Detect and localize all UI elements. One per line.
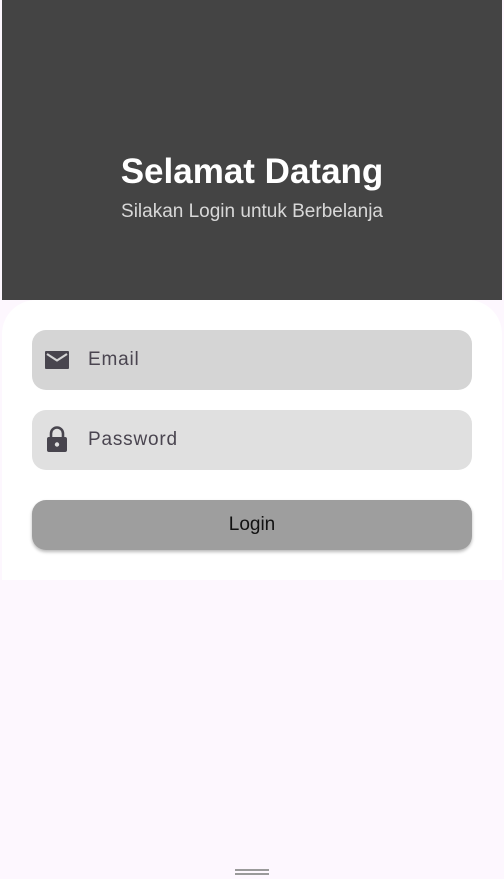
navigation-handle[interactable] [235, 868, 269, 876]
page-title: Selamat Datang [120, 152, 384, 191]
email-field[interactable]: Email [32, 330, 472, 390]
welcome-header: Selamat Datang Silakan Login untuk Berbe… [2, 0, 502, 300]
mail-icon [45, 351, 69, 369]
password-placeholder: Password [88, 429, 178, 450]
login-panel: Email Password Login [2, 300, 502, 580]
login-button[interactable]: Login [32, 500, 472, 550]
page-subtitle: Silakan Login untuk Berbelanja [121, 201, 383, 222]
lock-icon [47, 426, 67, 452]
password-field[interactable]: Password [32, 410, 472, 470]
email-placeholder: Email [88, 349, 140, 370]
